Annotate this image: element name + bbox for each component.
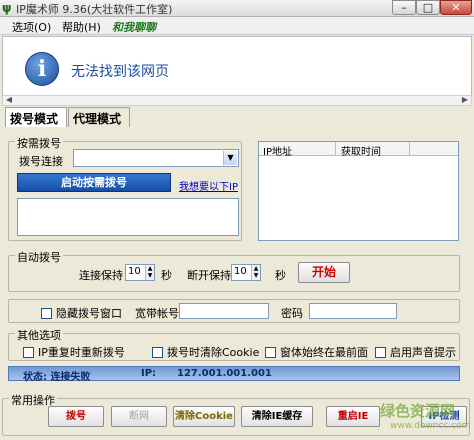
reconnect-on-duplicate-ip-checkbox[interactable]: IP重复时重新拨号 (23, 344, 125, 360)
keep-connection-value: 10 (128, 266, 141, 277)
dial-log-box[interactable] (17, 198, 239, 236)
keep-connection-unit: 秒 (161, 269, 172, 282)
hangup-button[interactable]: 断网 (111, 406, 167, 427)
clear-cookie-on-dial-checkbox[interactable]: 拨号时清除Cookie (152, 344, 259, 360)
browser-scrollbar[interactable]: ◀ ▶ (2, 95, 472, 106)
checkbox-box[interactable] (41, 307, 52, 319)
ip-history-table[interactable]: IP地址 获取时间 (258, 141, 459, 241)
hide-dial-window-checkbox[interactable]: 隐藏拨号窗口 (41, 305, 122, 321)
checkbox-box[interactable] (375, 346, 386, 358)
watermark-url: www.downcc.com (390, 421, 471, 431)
account-label: 宽带帐号 (135, 307, 179, 320)
auto-dial-title: 自动拨号 (15, 249, 63, 265)
column-divider (335, 142, 336, 156)
hide-dial-window-label: 隐藏拨号窗口 (56, 307, 122, 320)
on-demand-dial-title: 按需拨号 (15, 135, 63, 151)
browser-error-text: 无法找到该网页 (71, 64, 169, 80)
column-fetch-time[interactable]: 获取时间 (341, 143, 381, 158)
start-on-demand-dial-button[interactable]: 启动按需拨号 (17, 173, 171, 192)
chevron-down-icon[interactable]: ▼ (223, 151, 237, 165)
scroll-left-icon[interactable]: ◀ (4, 95, 14, 105)
desired-ip-link[interactable]: 我想要以下IP (179, 178, 238, 193)
on-demand-dial-group: 按需拨号 拨号连接 ▼ 启动按需拨号 我想要以下IP (8, 135, 242, 241)
current-ip-value: 127.001.001.001 (177, 368, 272, 379)
maximize-button[interactable]: □ (416, 0, 440, 15)
close-button[interactable]: ✕ (440, 0, 472, 15)
spin-arrows-icon[interactable]: ▲ ▼ (145, 265, 154, 280)
keep-connection-stepper[interactable]: 10 ▲ ▼ (125, 264, 155, 281)
app-icon: ψ (2, 1, 12, 15)
checkbox-box[interactable] (152, 346, 163, 358)
disconnect-keep-unit: 秒 (275, 269, 286, 282)
spin-arrows-icon[interactable]: ▲ ▼ (251, 265, 260, 280)
account-field[interactable] (179, 303, 269, 319)
column-divider (409, 142, 410, 156)
tab-dial-mode[interactable]: 拨号模式 (5, 107, 67, 127)
start-auto-dial-button[interactable]: 开始 (298, 262, 350, 283)
clear-cookie-button[interactable]: 清除Cookie (173, 406, 235, 427)
reconnect-on-duplicate-ip-label: IP重复时重新拨号 (38, 346, 125, 359)
connection-select[interactable]: ▼ (73, 149, 239, 167)
scroll-right-icon[interactable]: ▶ (460, 95, 470, 105)
connection-status: 状态: 连接失败 (23, 372, 91, 383)
disconnect-keep-label: 断开保持 (187, 269, 231, 282)
window-title: IP魔术师 9.36(大壮软件工作室) (16, 3, 173, 16)
other-options-group: 其他选项 IP重复时重新拨号 拨号时清除Cookie 窗体始终在最前面 启用声音… (8, 327, 460, 361)
checkbox-box[interactable] (23, 346, 34, 358)
disconnect-keep-stepper[interactable]: 10 ▲ ▼ (231, 264, 261, 281)
other-options-title: 其他选项 (15, 327, 63, 343)
tab-proxy-mode[interactable]: 代理模式 (68, 107, 130, 127)
watermark-brand: 绿色资源网 (380, 402, 456, 420)
restart-ie-button[interactable]: 重启IE (326, 406, 380, 427)
ip-label: IP: (141, 368, 157, 379)
checkbox-box[interactable] (265, 346, 276, 358)
password-field[interactable] (309, 303, 397, 319)
info-icon: i (25, 52, 59, 86)
menu-forum-link[interactable]: 和我聊聊 (112, 19, 156, 35)
menu-bar: 选项(O) 帮助(H) 和我聊聊 (0, 17, 474, 35)
dial-window-group: 隐藏拨号窗口 宽带帐号 密码 (8, 299, 460, 323)
menu-help[interactable]: 帮助(H) (62, 19, 101, 35)
always-on-top-label: 窗体始终在最前面 (280, 346, 368, 359)
password-label: 密码 (281, 307, 303, 320)
clear-cookie-on-dial-label: 拨号时清除Cookie (167, 346, 260, 359)
minimize-button[interactable]: – (392, 0, 416, 15)
disconnect-keep-value: 10 (234, 266, 247, 277)
menu-options[interactable]: 选项(O) (12, 19, 51, 35)
ip-table-header: IP地址 获取时间 (259, 142, 458, 158)
title-bar: ψ IP魔术师 9.36(大壮软件工作室) – □ ✕ (0, 0, 474, 17)
keep-connection-label: 连接保持 (79, 269, 123, 282)
dial-button[interactable]: 拨号 (48, 406, 104, 427)
sound-alert-checkbox[interactable]: 启用声音提示 (375, 344, 456, 360)
status-bar: 状态: 连接失败 IP: 127.001.001.001 (8, 366, 460, 383)
sound-alert-label: 启用声音提示 (390, 346, 456, 359)
auto-dial-group: 自动拨号 连接保持 10 ▲ ▼ 秒 断开保持 10 ▲ ▼ 秒 开始 (8, 249, 460, 292)
column-ip-address[interactable]: IP地址 (263, 143, 292, 158)
clear-ie-cache-button[interactable]: 清除IE缓存 (241, 406, 313, 427)
always-on-top-checkbox[interactable]: 窗体始终在最前面 (265, 344, 368, 360)
connection-label: 拨号连接 (19, 155, 63, 168)
